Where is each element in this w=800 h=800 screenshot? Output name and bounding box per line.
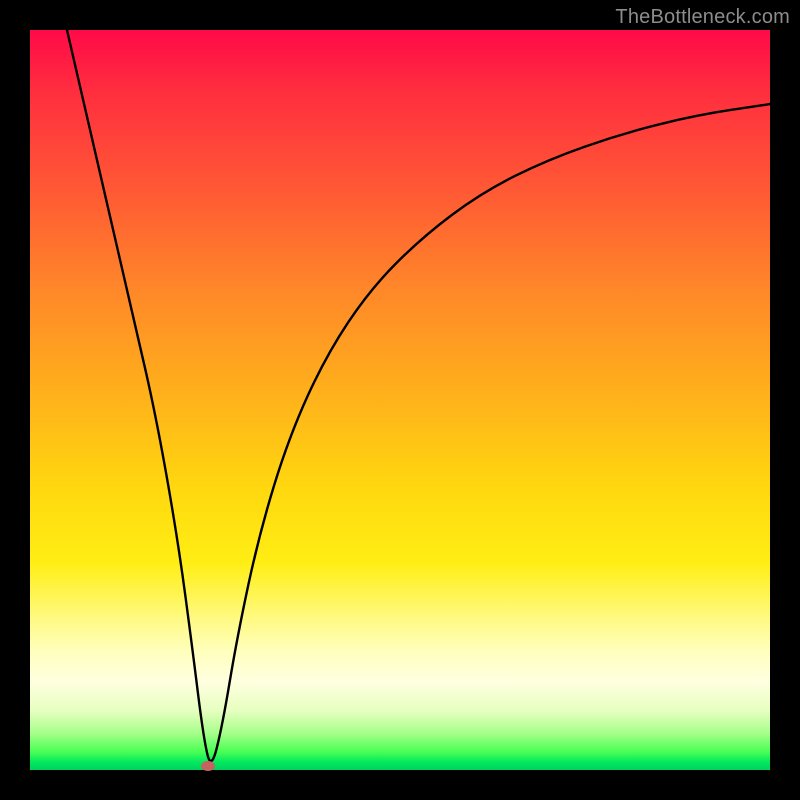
optimal-point-marker bbox=[201, 761, 215, 771]
bottleneck-curve bbox=[30, 30, 770, 770]
chart-frame: TheBottleneck.com bbox=[0, 0, 800, 800]
plot-area bbox=[30, 30, 770, 770]
watermark-text: TheBottleneck.com bbox=[615, 6, 790, 29]
